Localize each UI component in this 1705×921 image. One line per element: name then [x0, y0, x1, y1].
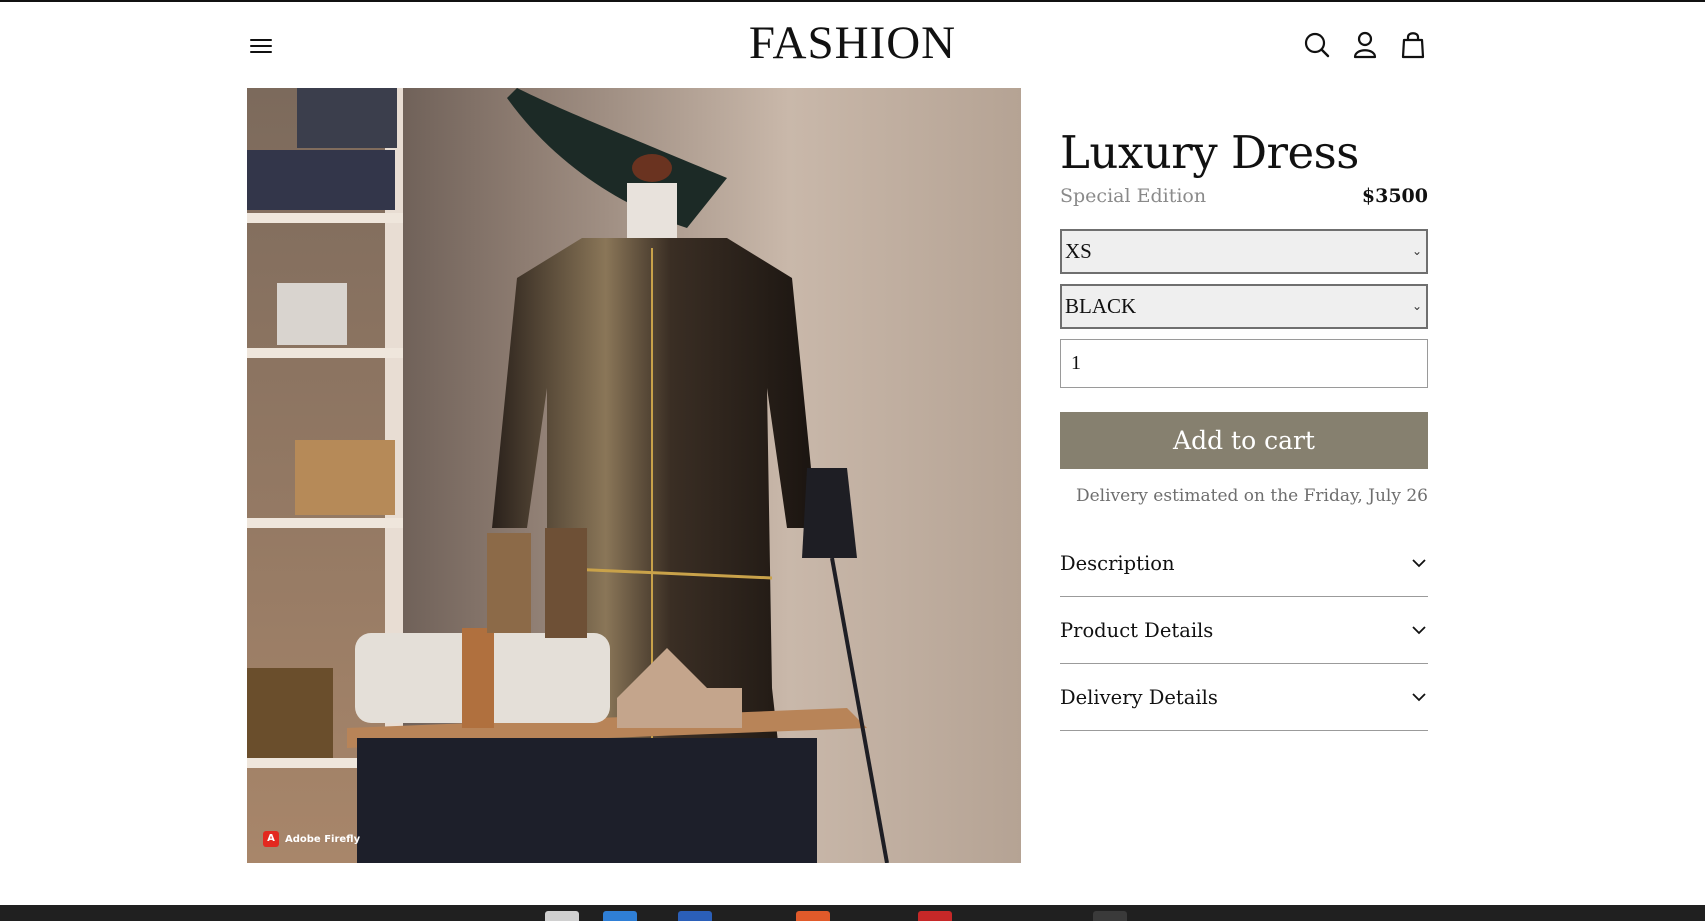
chevron-down-icon: ⌄ — [1411, 244, 1422, 258]
taskbar-app-icon[interactable] — [918, 911, 952, 921]
taskbar-app-icon[interactable] — [545, 911, 579, 921]
watermark-text: Adobe Firefly — [285, 833, 361, 845]
taskbar-app-icon[interactable] — [678, 911, 712, 921]
chevron-down-icon: ⌄ — [1411, 299, 1422, 313]
accordion-label: Description — [1060, 551, 1175, 575]
accordion-delivery-details[interactable]: Delivery Details — [1060, 664, 1428, 731]
taskbar-app-icon[interactable] — [796, 911, 830, 921]
site-logo[interactable]: FASHION — [0, 16, 1705, 70]
product-image: A Adobe Firefly — [247, 88, 1021, 863]
accordion-product-details[interactable]: Product Details — [1060, 597, 1428, 664]
color-select-value: BLACK — [1065, 294, 1137, 318]
add-to-cart-button[interactable]: Add to cart — [1060, 412, 1428, 469]
user-icon[interactable] — [1348, 28, 1382, 62]
adobe-logo-icon: A — [263, 831, 279, 847]
taskbar-app-icon[interactable] — [603, 911, 637, 921]
os-taskbar — [0, 905, 1705, 921]
chevron-down-icon — [1412, 626, 1426, 635]
quantity-input[interactable]: 1 — [1060, 339, 1428, 388]
site-header: FASHION — [0, 2, 1705, 86]
accordion-description[interactable]: Description — [1060, 530, 1428, 597]
product-photo — [247, 88, 1021, 863]
product-price: $3500 — [1361, 185, 1428, 207]
chevron-down-icon — [1412, 559, 1426, 568]
watermark: A Adobe Firefly — [263, 831, 360, 847]
product-panel: Luxury Dress Special Edition $3500 XS ⌄ … — [1060, 88, 1428, 731]
delivery-estimate: Delivery estimated on the Friday, July 2… — [1075, 486, 1428, 506]
size-select[interactable]: XS ⌄ — [1060, 229, 1428, 274]
search-icon[interactable] — [1300, 28, 1334, 62]
taskbar-app-icon[interactable] — [1093, 911, 1127, 921]
chevron-down-icon — [1412, 693, 1426, 702]
accordion-label: Delivery Details — [1060, 685, 1218, 709]
size-select-value: XS — [1065, 239, 1092, 263]
product-accordion: Description Product Details Delivery Det… — [1060, 530, 1428, 731]
product-meta: Special Edition $3500 — [1060, 185, 1428, 207]
product-title: Luxury Dress — [1060, 126, 1359, 179]
accordion-label: Product Details — [1060, 618, 1214, 642]
product-edition: Special Edition — [1060, 185, 1207, 207]
color-select[interactable]: BLACK ⌄ — [1060, 284, 1428, 329]
shopping-bag-icon[interactable] — [1396, 28, 1430, 62]
